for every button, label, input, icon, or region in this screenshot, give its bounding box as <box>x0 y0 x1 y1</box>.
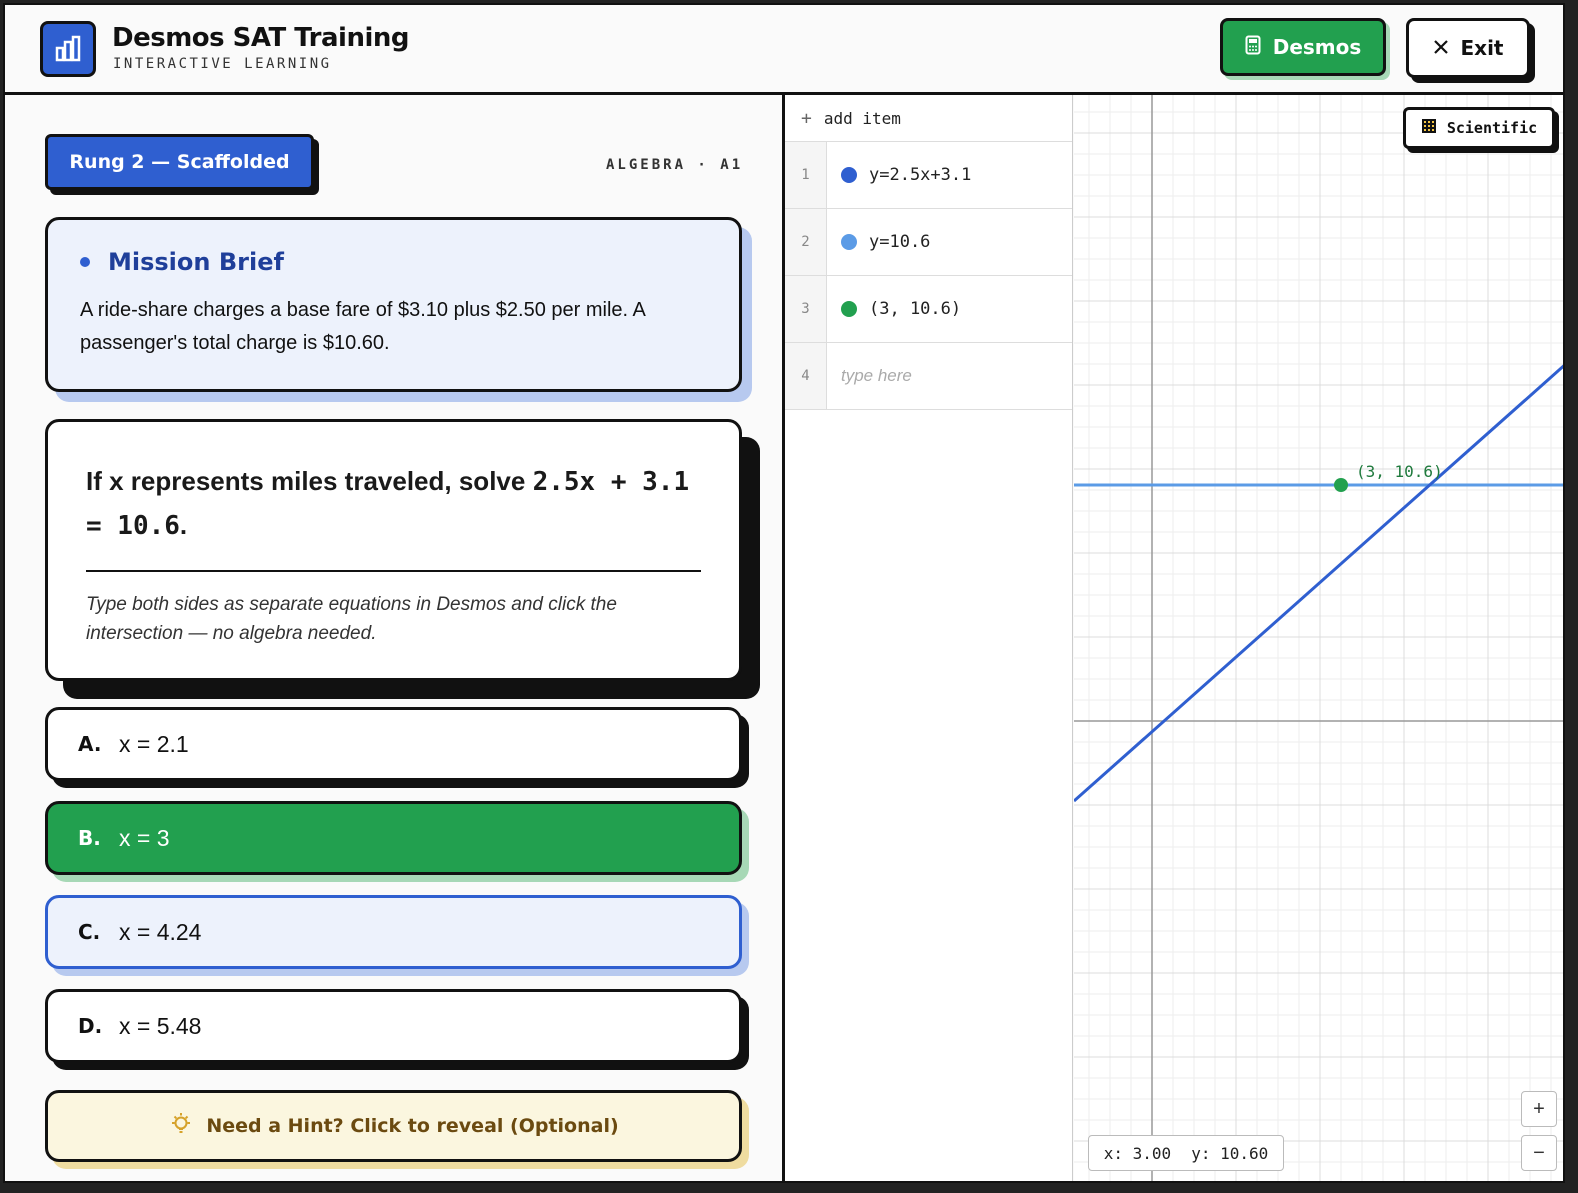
expression-index: 3 <box>785 276 827 342</box>
expression-index: 4 <box>785 343 827 409</box>
expression-row[interactable]: 1 y=2.5x+3.1 <box>785 142 1072 209</box>
graph-canvas[interactable]: (3, 10.6) Scientific x: 3.00 y: 10.60 + … <box>1074 95 1563 1181</box>
question-instruction: Type both sides as separate equations in… <box>86 594 617 644</box>
chart-icon <box>40 21 96 77</box>
choice-letter: D. <box>78 1014 103 1038</box>
choice-d[interactable]: D. x = 5.48 <box>45 989 742 1063</box>
zoom-out-button[interactable]: − <box>1521 1135 1557 1171</box>
question-prompt: If x represents miles traveled, solve 2.… <box>86 460 701 548</box>
close-icon <box>1433 36 1449 60</box>
expression-row[interactable]: 3 (3, 10.6) <box>785 276 1072 343</box>
choice-text: x = 2.1 <box>119 730 189 757</box>
add-item-button[interactable]: + add item <box>785 95 1072 142</box>
plus-icon: + <box>801 107 812 129</box>
scientific-button[interactable]: Scientific <box>1403 107 1555 149</box>
mission-brief-text: A ride-share charges a base fare of $3.1… <box>80 299 645 354</box>
topic-label: ALGEBRA · A1 <box>606 157 744 173</box>
choice-c[interactable]: C. x = 4.24 <box>45 895 742 969</box>
expression-index: 2 <box>785 209 827 275</box>
question-period: . <box>179 510 188 540</box>
calculator-icon <box>1245 35 1261 60</box>
lightbulb-icon <box>168 1111 194 1142</box>
color-dot-icon[interactable] <box>841 301 857 317</box>
choice-text: x = 5.48 <box>119 1012 202 1039</box>
top-bar: Desmos SAT Training INTERACTIVE LEARNING… <box>5 5 1563 95</box>
readout-y: y: 10.60 <box>1191 1143 1269 1163</box>
readout-x: x: 3.00 <box>1103 1143 1172 1163</box>
choice-a[interactable]: A. x = 2.1 <box>45 707 742 781</box>
choice-text: x = 3 <box>119 824 170 851</box>
expression-input[interactable]: type here <box>841 366 912 386</box>
hint-button[interactable]: Need a Hint? Click to reveal (Optional) <box>45 1090 742 1162</box>
expression-index: 1 <box>785 142 827 208</box>
expression-text[interactable]: y=2.5x+3.1 <box>869 165 971 185</box>
scientific-label: Scientific <box>1446 119 1538 137</box>
hint-label: Need a Hint? Click to reveal (Optional) <box>206 1115 619 1137</box>
bullet-icon <box>80 257 90 267</box>
mission-brief-title: Mission Brief <box>108 248 284 276</box>
app-subtitle: INTERACTIVE LEARNING <box>113 56 332 72</box>
rung-badge: Rung 2 — Scaffolded <box>45 134 314 190</box>
choice-letter: C. <box>78 920 101 944</box>
coordinate-readout: x: 3.00 y: 10.60 <box>1088 1135 1284 1171</box>
choice-b[interactable]: B. x = 3 <box>45 801 742 875</box>
exit-button-label: Exit <box>1460 36 1504 60</box>
add-item-label: add item <box>823 108 901 128</box>
question-card: If x represents miles traveled, solve 2.… <box>45 419 742 681</box>
app-title: Desmos SAT Training <box>112 23 410 53</box>
choice-text: x = 4.24 <box>119 918 202 945</box>
choice-letter: A. <box>78 732 102 756</box>
app-window: Desmos SAT Training INTERACTIVE LEARNING… <box>3 3 1565 1183</box>
expression-row[interactable]: 2 y=10.6 <box>785 209 1072 276</box>
mission-brief-card: Mission Brief A ride-share charges a bas… <box>45 217 742 392</box>
graph-svg: (3, 10.6) <box>1074 95 1563 1181</box>
point-label: (3, 10.6) <box>1356 462 1443 481</box>
zoom-in-button[interactable]: + <box>1521 1091 1557 1127</box>
intersection-point[interactable] <box>1334 478 1348 492</box>
question-divider <box>86 570 701 572</box>
mission-brief-heading: Mission Brief <box>80 248 707 276</box>
expression-row-empty[interactable]: 4 type here <box>785 343 1072 410</box>
color-dot-icon[interactable] <box>841 167 857 183</box>
calculator-icon <box>1421 118 1437 138</box>
lesson-panel: Rung 2 — Scaffolded ALGEBRA · A1 Mission… <box>5 95 782 1181</box>
desmos-button-label: Desmos <box>1272 35 1362 59</box>
exit-button[interactable]: Exit <box>1406 18 1530 78</box>
expression-text[interactable]: (3, 10.6) <box>869 299 961 319</box>
expression-list: + add item 1 y=2.5x+3.1 2 y=10.6 3 (3, 1… <box>785 95 1073 1181</box>
question-lead: If x represents miles traveled, solve <box>86 466 526 496</box>
expression-text[interactable]: y=10.6 <box>869 232 930 252</box>
desmos-button[interactable]: Desmos <box>1220 18 1386 76</box>
color-dot-icon[interactable] <box>841 234 857 250</box>
choice-letter: B. <box>78 826 101 850</box>
